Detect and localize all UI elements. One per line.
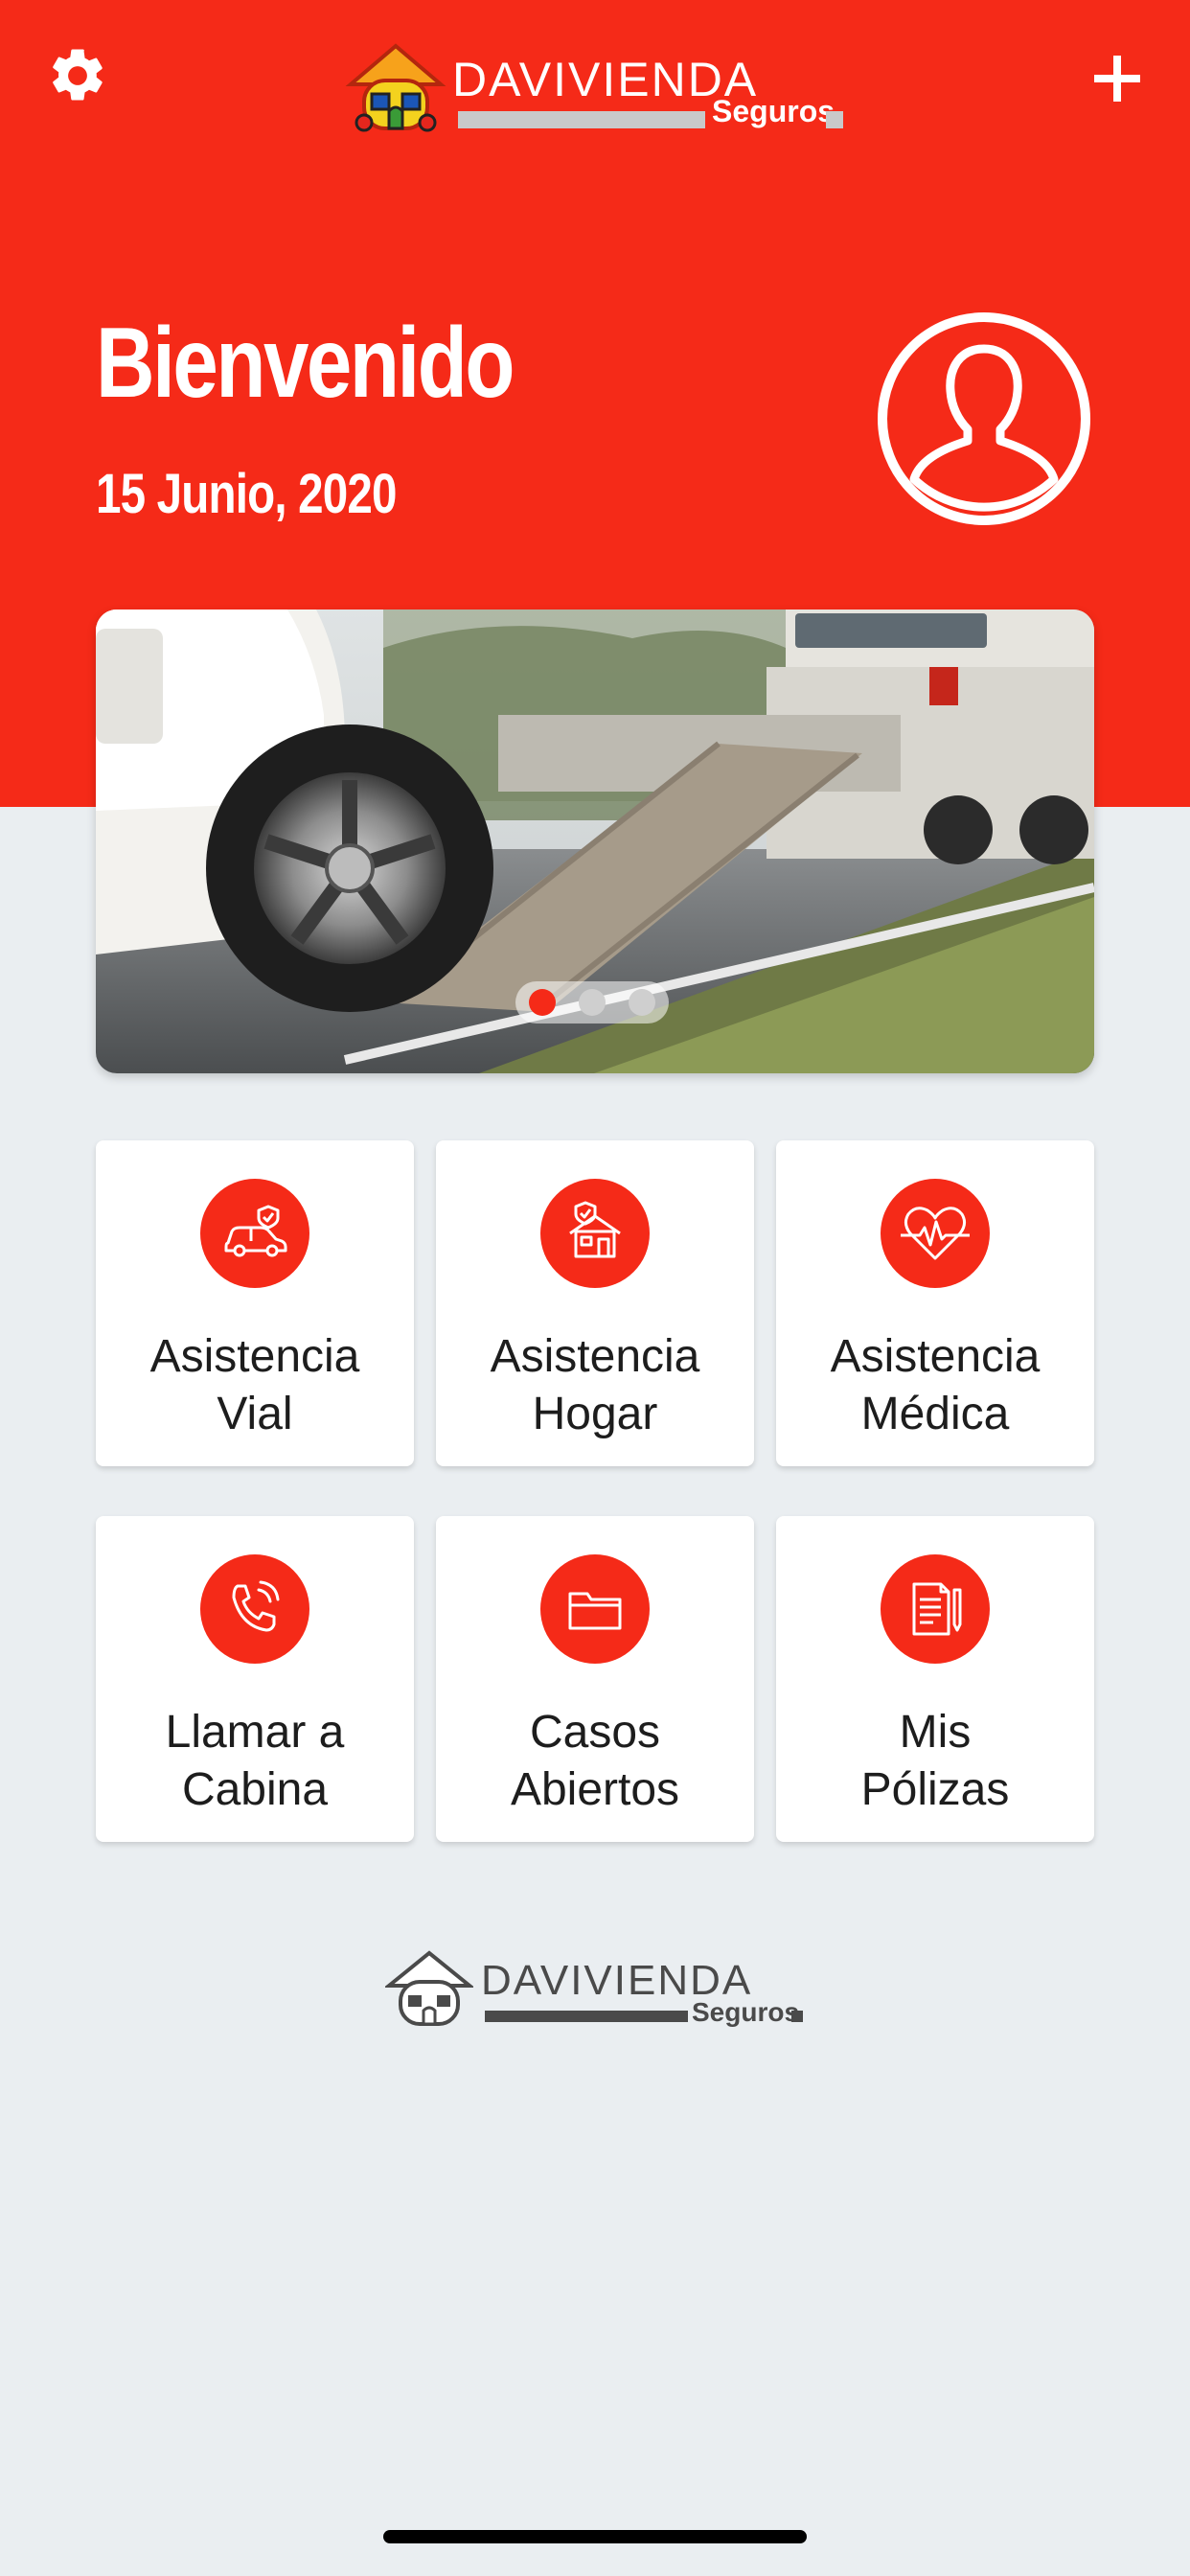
footer-brand-square — [791, 2011, 803, 2022]
service-card-asistencia-hogar[interactable]: Asistencia Hogar — [436, 1140, 754, 1466]
plus-icon[interactable] — [1088, 50, 1146, 107]
service-card-casos-abiertos[interactable]: Casos Abiertos — [436, 1516, 754, 1842]
service-card-asistencia-vial[interactable]: Asistencia Vial — [96, 1140, 414, 1466]
house-logo-icon — [345, 43, 446, 132]
promo-banner-carousel[interactable] — [96, 610, 1094, 1073]
service-label: Casos Abiertos — [510, 1707, 680, 1815]
footer-brand-underline — [485, 2011, 688, 2022]
footer-brand-subtitle: Seguros — [692, 1997, 800, 2027]
profile-avatar-icon[interactable] — [876, 310, 1092, 527]
phone-icon — [200, 1554, 309, 1664]
house-logo-outline-icon — [385, 1950, 473, 2026]
heartbeat-icon — [881, 1179, 990, 1288]
service-label: Asistencia Hogar — [490, 1331, 700, 1439]
carousel-dot[interactable] — [629, 989, 655, 1016]
welcome-title: Bienvenido — [96, 308, 515, 419]
carousel-dot[interactable] — [579, 989, 606, 1016]
services-grid: Asistencia Vial Asistencia Hogar Asisten… — [96, 1140, 1094, 1842]
welcome-date: 15 Junio, 2020 — [96, 463, 398, 525]
brand-subtitle: Seguros — [712, 94, 835, 128]
home-indicator[interactable] — [383, 2530, 807, 2543]
service-card-llamar-cabina[interactable]: Llamar a Cabina — [96, 1516, 414, 1842]
service-label: Mis Pólizas — [860, 1707, 1010, 1815]
carousel-dot-active[interactable] — [529, 989, 556, 1016]
car-shield-icon — [200, 1179, 309, 1288]
folder-icon — [540, 1554, 650, 1664]
gear-icon[interactable] — [46, 44, 109, 107]
policy-document-icon — [881, 1554, 990, 1664]
service-label: Asistencia Médica — [830, 1331, 1041, 1439]
service-label: Asistencia Vial — [149, 1331, 360, 1439]
footer-brand-logo: DAVIVIENDA Seguros — [385, 1949, 807, 2036]
carousel-pagination — [515, 981, 669, 1024]
brand-square — [826, 111, 843, 128]
brand-logo: DAVIVIENDA Seguros — [345, 40, 843, 136]
house-shield-icon — [540, 1179, 650, 1288]
brand-underline — [458, 111, 705, 128]
service-card-asistencia-medica[interactable]: Asistencia Médica — [776, 1140, 1094, 1466]
service-label: Llamar a Cabina — [165, 1707, 345, 1815]
service-card-mis-polizas[interactable]: Mis Pólizas — [776, 1516, 1094, 1842]
